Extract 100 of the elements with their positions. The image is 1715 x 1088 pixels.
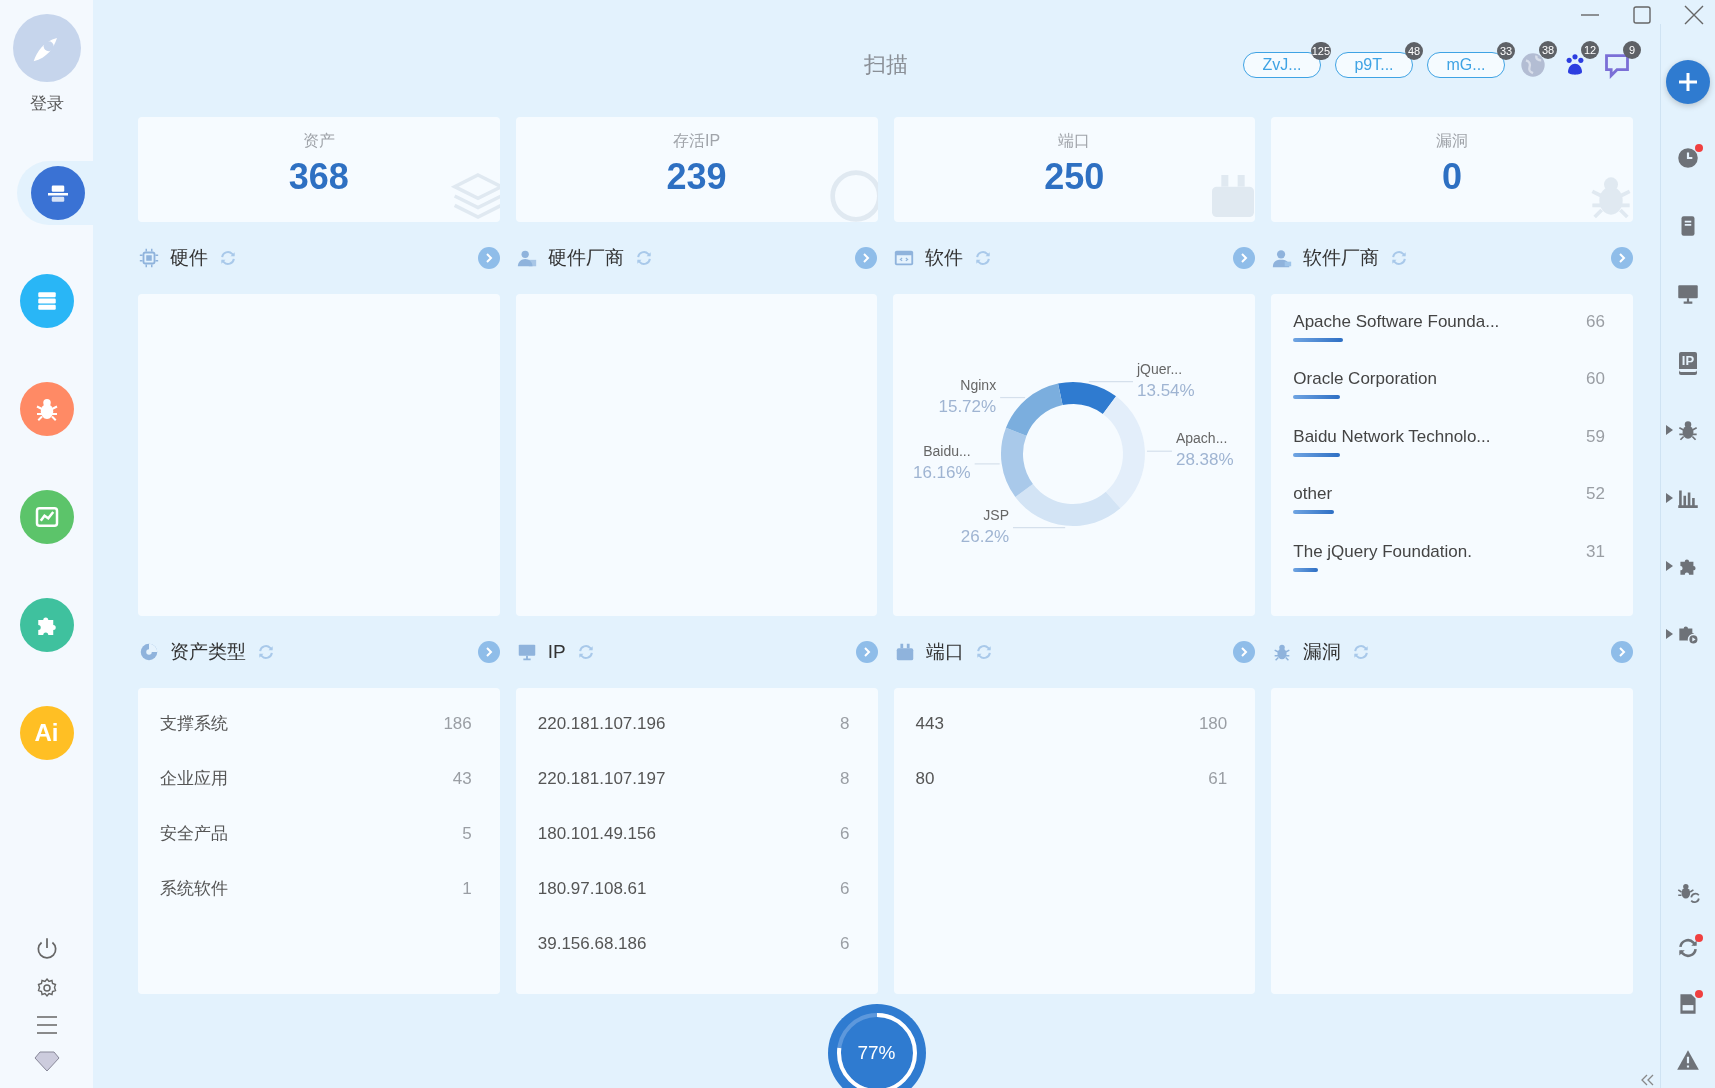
list-item-count: 8	[840, 713, 850, 734]
vendor-count: 66	[1586, 311, 1605, 332]
slice-value: 16.16%	[913, 462, 971, 482]
list-item-count: 61	[1208, 768, 1228, 789]
panel-title: 软件	[925, 246, 964, 270]
stat-value: 368	[288, 156, 349, 198]
window-title: 扫描	[863, 50, 908, 79]
vendor-count: 52	[1586, 484, 1605, 505]
more-button[interactable]	[1233, 641, 1256, 663]
vendor-name: The jQuery Foundation.	[1293, 541, 1472, 562]
diamond-icon[interactable]	[33, 1050, 60, 1072]
stat-value: 250	[1044, 156, 1105, 198]
list-item-count: 6	[840, 933, 850, 954]
expand-caret-icon[interactable]	[1666, 493, 1673, 503]
list-item-name: 系统软件	[160, 878, 228, 900]
slice-value: 26.2%	[961, 526, 1010, 546]
stat-label: 资产	[302, 131, 335, 151]
list-item-name: 220.181.107.196	[537, 713, 666, 734]
list-item-name: 80	[915, 768, 935, 789]
pie-icon	[138, 641, 160, 663]
more-button[interactable]	[1611, 247, 1633, 269]
nav-button[interactable]	[19, 274, 74, 328]
chevron-right-icon	[1239, 647, 1250, 657]
more-button[interactable]	[855, 247, 878, 269]
list-item-name: 220.181.107.197	[537, 768, 666, 789]
vendor-count: 59	[1586, 426, 1605, 447]
more-button[interactable]	[477, 641, 500, 663]
count-badge: 12	[1581, 40, 1599, 59]
slice-label: jQuer...	[1137, 360, 1183, 377]
list-item-name: 39.156.68.186	[537, 933, 647, 954]
add-button[interactable]	[1666, 60, 1710, 104]
more-button[interactable]	[855, 641, 878, 663]
nav-button[interactable]: Ai	[19, 706, 74, 760]
stat-label: 存活IP	[673, 131, 721, 151]
stat-label: 端口	[1058, 131, 1091, 151]
expand-caret-icon[interactable]	[1666, 561, 1673, 571]
plus-icon	[1677, 71, 1699, 93]
chip-icon	[138, 247, 160, 269]
more-button[interactable]	[477, 247, 500, 269]
chevron-right-icon	[1617, 647, 1627, 657]
slice-label: JSP	[983, 506, 1010, 523]
chevron-right-icon	[483, 647, 494, 657]
list-item-count: 186	[443, 713, 472, 734]
login-label[interactable]: 登录	[29, 92, 64, 115]
list-item-count: 43	[452, 768, 472, 789]
maximize-icon[interactable]	[1631, 4, 1653, 26]
vendor-name: other	[1293, 484, 1333, 505]
expand-caret-icon[interactable]	[1666, 629, 1673, 639]
count-badge: 38	[1539, 40, 1557, 59]
nav-button[interactable]	[19, 598, 74, 652]
list-item-name: 企业应用	[160, 768, 228, 790]
panel-title: 硬件	[170, 246, 208, 270]
leader-line	[1012, 527, 1067, 529]
vendor-name: Apache Software Founda...	[1293, 311, 1500, 332]
slice-value: 28.38%	[1176, 450, 1234, 470]
leader-line	[999, 396, 1027, 399]
list-item-count: 1	[462, 878, 472, 899]
nav-button[interactable]	[19, 382, 74, 436]
slice-label: Baidu...	[923, 442, 971, 459]
panel-title: 资产类型	[170, 640, 246, 664]
menu-icon[interactable]	[34, 1014, 59, 1036]
chevron-right-icon	[1239, 253, 1250, 263]
list-item-name: 180.101.49.156	[537, 823, 656, 844]
more-button[interactable]	[1233, 247, 1256, 269]
panel-title: IP	[547, 641, 566, 663]
list-item-count: 180	[1198, 713, 1228, 734]
stat-value: 239	[666, 156, 727, 198]
count-badge: 48	[1405, 41, 1423, 60]
slice-value: 13.54%	[1137, 380, 1195, 400]
person-icon	[1271, 247, 1294, 269]
progress-label: 77%	[857, 1042, 896, 1064]
slice-label: Apach...	[1176, 430, 1228, 447]
panel-title: 硬件厂商	[547, 246, 624, 270]
list-item-name: 安全产品	[160, 823, 228, 845]
chevron-right-icon	[483, 253, 494, 263]
panel-title: 软件厂商	[1303, 246, 1380, 270]
ip-icon[interactable]: IP	[1678, 352, 1698, 372]
chevron-right-icon	[861, 647, 872, 657]
list-item-name: 443	[915, 713, 944, 734]
vendor-count: 31	[1586, 541, 1605, 562]
stat-value: 0	[1442, 156, 1463, 198]
panel-title: 漏洞	[1303, 640, 1342, 664]
clock-icon[interactable]	[1675, 145, 1701, 171]
count-badge: 125	[1310, 41, 1331, 60]
list-item-count: 5	[462, 823, 472, 844]
more-button[interactable]	[1611, 641, 1633, 663]
list-item-count: 6	[840, 823, 850, 844]
vendor-name: Oracle Corporation	[1293, 369, 1437, 390]
slice-label: Nginx	[960, 376, 997, 393]
count-badge: 33	[1497, 41, 1515, 60]
collapse-icon[interactable]	[1639, 1072, 1655, 1088]
nav-button[interactable]	[19, 490, 74, 544]
leader-line	[1088, 381, 1134, 383]
expand-caret-icon[interactable]	[1666, 425, 1673, 435]
close-icon[interactable]	[1683, 4, 1705, 26]
slice-value: 15.72%	[938, 396, 997, 416]
vendor-count: 60	[1586, 369, 1605, 390]
nav-button[interactable]	[30, 166, 85, 220]
chevron-right-icon	[861, 253, 872, 263]
vendor-name: Baidu Network Technolo...	[1293, 426, 1491, 447]
